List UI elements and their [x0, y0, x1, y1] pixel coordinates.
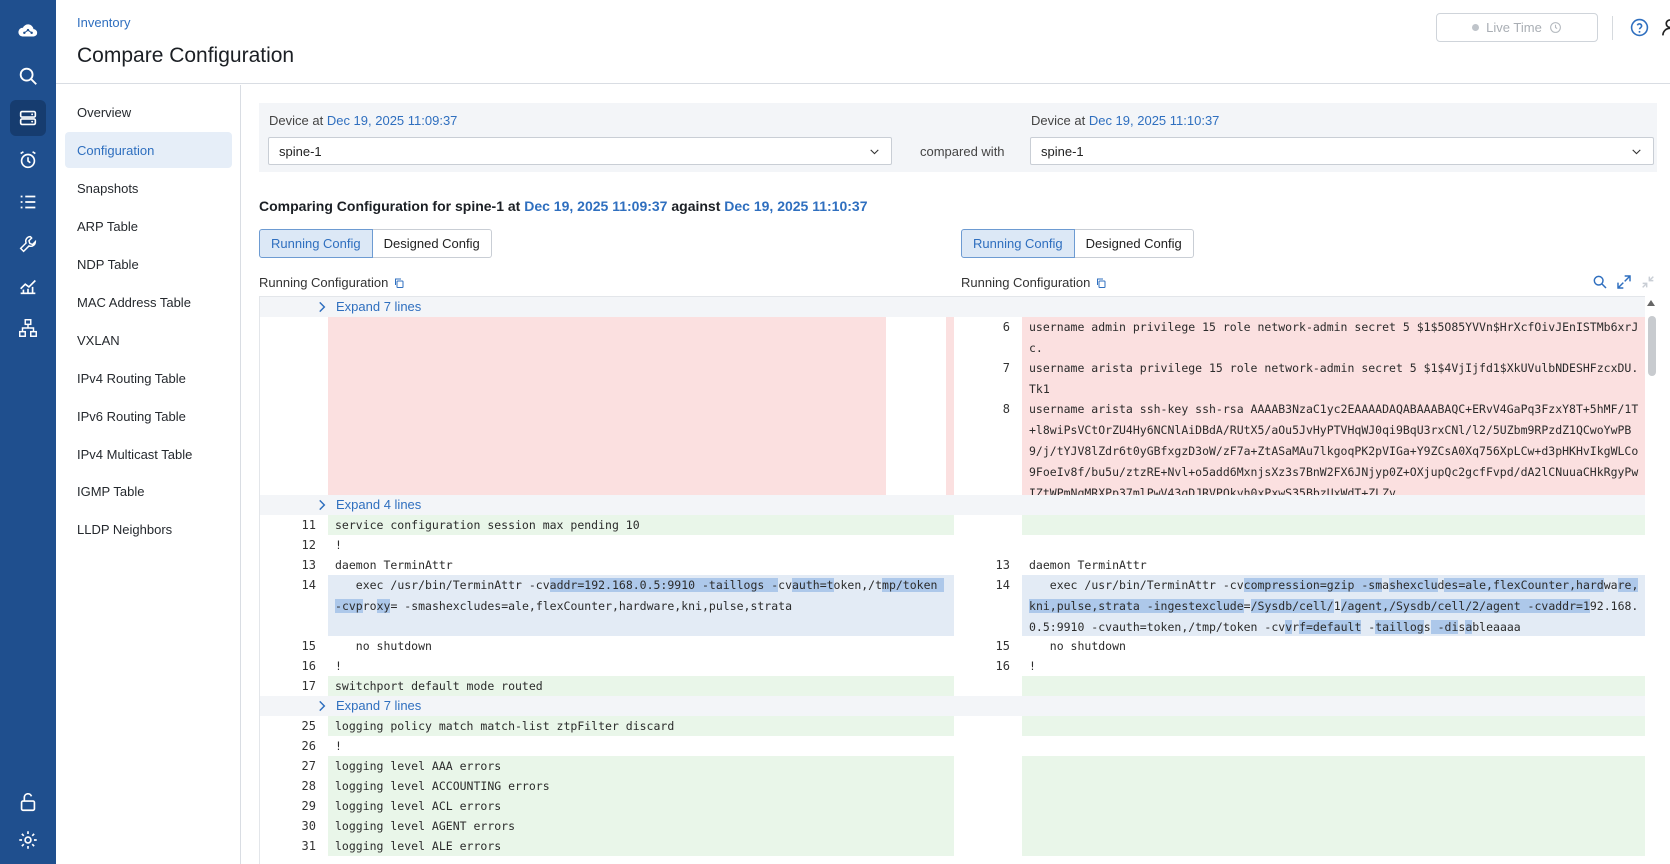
breadcrumb-inventory[interactable]: Inventory [77, 15, 130, 30]
nav-item-configuration[interactable]: Configuration [65, 132, 232, 168]
right-config-tabs: Running Config Designed Config [961, 229, 1194, 258]
table-row: 15 no shutdown 15 no shutdown [301, 639, 1126, 653]
provisioning-wrench-icon[interactable] [10, 226, 46, 262]
page-header: Inventory Compare Configuration Live Tim… [56, 0, 1670, 84]
nav-item-ipv6-routing-table[interactable]: IPv6 Routing Table [65, 398, 232, 434]
cloud-logo-icon[interactable] [10, 13, 46, 49]
settings-gear-icon[interactable] [10, 822, 46, 858]
table-row: 29 logging level ACL errors [260, 796, 1647, 816]
table-row: 31 logging level ALE errors [260, 836, 1647, 856]
nav-item-ndp-table[interactable]: NDP Table [65, 246, 232, 282]
expand-lines-button[interactable]: Expand 7 lines [260, 696, 1647, 716]
left-device-label: Device at Dec 19, 2025 11:09:37 [269, 113, 458, 128]
right-device-label: Device at Dec 19, 2025 11:10:37 [1031, 113, 1220, 128]
device-side-nav: Overview Configuration Snapshots ARP Tab… [56, 85, 241, 864]
tab-designed-config-left[interactable]: Designed Config [372, 229, 492, 258]
status-dot-icon [1472, 24, 1480, 31]
nav-item-ipv4-routing-table[interactable]: IPv4 Routing Table [65, 360, 232, 396]
modified-line-left: exec /usr/bin/TerminAttr -cvaddr=192.168… [328, 575, 954, 636]
page-title: Compare Configuration [77, 44, 295, 67]
right-device-select[interactable]: spine-1 [1030, 137, 1654, 165]
chevron-down-icon [870, 149, 879, 155]
chevron-right-icon [319, 301, 326, 313]
expand-lines-button[interactable]: Expand 4 lines [260, 495, 1647, 515]
devices-icon[interactable] [10, 100, 46, 136]
user-icon[interactable] [1660, 17, 1670, 37]
copy-icon[interactable] [1095, 277, 1107, 289]
chevron-right-icon [319, 499, 326, 511]
chevron-down-icon [1632, 149, 1641, 155]
tasks-icon[interactable] [10, 184, 46, 220]
table-row: 30 logging level AGENT errors [260, 816, 1647, 836]
nav-item-igmp-table[interactable]: IGMP Table [65, 473, 232, 509]
scroll-up-arrow-icon[interactable] [1647, 300, 1655, 306]
chevron-right-icon [319, 700, 326, 712]
search-diff-icon[interactable] [1592, 274, 1608, 290]
table-row: 7 username arista privilege 15 role netw… [260, 358, 1647, 399]
live-time-label: Live Time [1486, 20, 1542, 35]
table-row: 11 service configuration session max pen… [260, 515, 1647, 535]
nav-item-overview[interactable]: Overview [65, 94, 232, 130]
clock-icon [1549, 22, 1561, 33]
table-row: 26 ! [301, 739, 342, 753]
comparison-title: Comparing Configuration for spine-1 at D… [259, 198, 868, 214]
nav-item-arp-table[interactable]: ARP Table [65, 208, 232, 244]
modified-line-right: exec /usr/bin/TerminAttr -cvcompression=… [1022, 575, 1647, 636]
nav-item-mac-address-table[interactable]: MAC Address Table [65, 284, 232, 320]
diff-scrollbar[interactable] [1645, 296, 1658, 864]
collapse-all-icon [1642, 276, 1654, 288]
table-row: 16 ! 16 ! [301, 659, 1036, 673]
expand-all-icon[interactable] [1616, 274, 1632, 290]
expand-lines-button[interactable]: Expand 7 lines [260, 297, 1647, 317]
right-device-timestamp[interactable]: Dec 19, 2025 11:10:37 [1089, 113, 1220, 128]
live-time-button[interactable]: Live Time [1436, 13, 1598, 42]
unlock-icon[interactable] [10, 784, 46, 820]
tab-running-config-right[interactable]: Running Config [961, 229, 1075, 258]
device-compare-panel: Device at Dec 19, 2025 11:09:37 spine-1 … [259, 103, 1657, 172]
table-row: 13 daemon TerminAttr 13 daemon TerminAtt… [301, 558, 1147, 572]
compared-with-label: compared with [920, 144, 1005, 159]
search-icon[interactable] [10, 58, 46, 94]
metrics-chart-icon[interactable] [10, 268, 46, 304]
table-row: 25 logging policy match match-list ztpFi… [260, 716, 1647, 736]
scrollbar-thumb[interactable] [1648, 316, 1656, 376]
left-device-select[interactable]: spine-1 [268, 137, 892, 165]
table-row: 27 logging level AAA errors [260, 756, 1647, 776]
table-row: 28 logging level ACCOUNTING errors [260, 776, 1647, 796]
nav-item-ipv4-multicast-table[interactable]: IPv4 Multicast Table [65, 436, 232, 472]
nav-item-snapshots[interactable]: Snapshots [65, 170, 232, 206]
table-row: 14 exec /usr/bin/TerminAttr -cvaddr=192.… [260, 575, 1647, 636]
nav-item-lldp-neighbors[interactable]: LLDP Neighbors [65, 511, 232, 547]
table-row: 17 switchport default mode routed [260, 676, 1647, 696]
copy-icon[interactable] [393, 277, 405, 289]
left-panel-title: Running Configuration [259, 275, 405, 290]
nav-item-vxlan[interactable]: VXLAN [65, 322, 232, 358]
help-icon[interactable] [1630, 18, 1649, 37]
icon-rail [0, 0, 56, 864]
config-diff-view: Expand 7 lines 6 username admin privileg… [259, 296, 1658, 864]
header-divider [1612, 16, 1613, 40]
tab-running-config-left[interactable]: Running Config [259, 229, 373, 258]
right-panel-title: Running Configuration [961, 275, 1107, 290]
left-config-tabs: Running Config Designed Config [259, 229, 492, 258]
table-row: 6 username admin privilege 15 role netwo… [260, 317, 1647, 358]
tab-designed-config-right[interactable]: Designed Config [1074, 229, 1194, 258]
left-device-timestamp[interactable]: Dec 19, 2025 11:09:37 [327, 113, 458, 128]
table-row: 12 ! [301, 538, 342, 552]
alarm-icon[interactable] [10, 142, 46, 178]
topology-icon[interactable] [10, 310, 46, 346]
